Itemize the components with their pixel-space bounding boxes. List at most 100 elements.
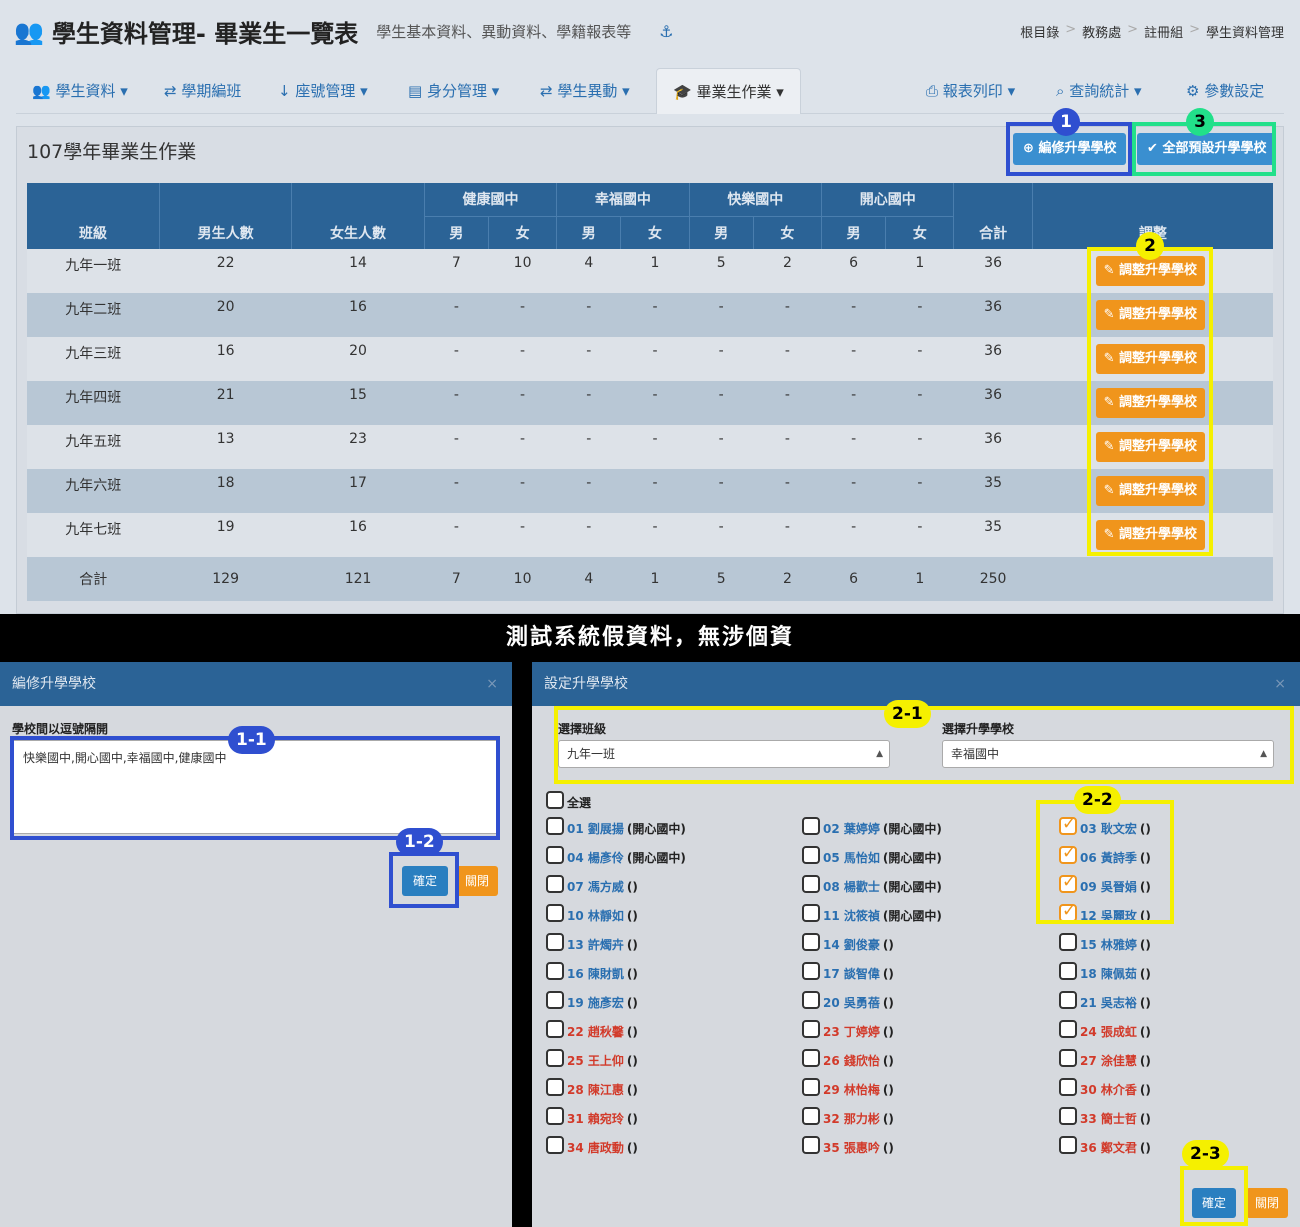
student-checkbox[interactable]: 01 劉展揚 (開心國中) xyxy=(546,814,686,837)
student-checkbox[interactable]: 30 林介香 () xyxy=(1059,1075,1151,1098)
col-school-2: 幸福國中 xyxy=(556,183,690,217)
student-checkbox[interactable]: 12 吳麗玫 () xyxy=(1059,901,1151,924)
close-icon[interactable]: × xyxy=(1274,662,1286,706)
student-checkbox[interactable]: 28 陳江惠 () xyxy=(546,1075,638,1098)
table-cell: 18 xyxy=(159,469,292,513)
school-select[interactable]: 幸福國中 ▲ xyxy=(942,740,1274,768)
table-cell: 36 xyxy=(953,337,1033,381)
table-cell: 36 xyxy=(953,293,1033,337)
student-checkbox[interactable]: 09 吳晉娟 () xyxy=(1059,872,1151,895)
adjust-school-button[interactable]: ✎ 調整升學學校 xyxy=(1095,432,1205,462)
student-checkbox[interactable]: 02 葉婷婷 (開心國中) xyxy=(802,814,942,837)
adjust-school-button[interactable]: ✎ 調整升學學校 xyxy=(1095,344,1205,374)
edit-icon: ✎ xyxy=(1103,395,1119,410)
checkbox-icon xyxy=(546,990,564,1009)
table-cell: - xyxy=(689,293,754,337)
table-cell: - xyxy=(689,425,754,469)
close-icon[interactable]: × xyxy=(486,662,498,706)
nav-class-assign[interactable]: ⇄ 學期編班 xyxy=(164,68,241,114)
breadcrumb-item[interactable]: 學生資料管理 xyxy=(1206,22,1284,41)
student-checkbox[interactable]: 15 林雅婷 () xyxy=(1059,930,1151,953)
student-checkbox[interactable]: 29 林怡梅 () xyxy=(802,1075,894,1098)
student-school: () xyxy=(626,879,638,894)
breadcrumb-item[interactable]: 根目錄 xyxy=(1020,22,1059,41)
student-checkbox[interactable]: 26 錢欣怡 () xyxy=(802,1046,894,1069)
adjust-school-button[interactable]: ✎ 調整升學學校 xyxy=(1095,520,1205,550)
student-checkbox[interactable]: 10 林靜如 () xyxy=(546,901,638,924)
adjust-school-button[interactable]: ✎ 調整升學學校 xyxy=(1095,476,1205,506)
student-checkbox[interactable]: 36 鄭文君 () xyxy=(1059,1133,1151,1156)
student-checkbox[interactable]: 31 賴宛玲 () xyxy=(546,1104,638,1127)
student-checkbox[interactable]: 32 那力彬 () xyxy=(802,1104,894,1127)
schools-textarea[interactable]: 快樂國中,開心國中,幸福國中,健康國中 xyxy=(12,740,498,834)
adjust-school-button[interactable]: ✎ 調整升學學校 xyxy=(1095,388,1205,418)
table-cell: - xyxy=(488,469,557,513)
fake-data-banner: 測試系統假資料，無涉個資 xyxy=(0,614,1300,662)
nav-query[interactable]: ⌕ 查詢統計 ▾ xyxy=(1056,68,1142,114)
nav-transfer[interactable]: ⇄ 學生異動 ▾ xyxy=(540,68,630,114)
student-school: (開心國中) xyxy=(882,909,942,923)
adjust-school-button[interactable]: ✎ 調整升學學校 xyxy=(1095,256,1205,286)
student-school: () xyxy=(626,1111,638,1126)
col-male: 男 xyxy=(424,216,489,249)
student-checkbox[interactable]: 17 談智偉 () xyxy=(802,959,894,982)
student-checkbox[interactable]: 18 陳佩茹 () xyxy=(1059,959,1151,982)
student-school: () xyxy=(1139,821,1151,836)
checkbox-icon xyxy=(1059,1106,1077,1125)
confirm-button[interactable]: 確定 xyxy=(1192,1188,1236,1218)
student-checkbox[interactable]: 16 陳財凱 () xyxy=(546,959,638,982)
student-name: 33 簡士哲 xyxy=(1080,1112,1137,1126)
confirm-button[interactable]: 確定 xyxy=(402,866,448,896)
nav-print[interactable]: ⎙ 報表列印 ▾ xyxy=(926,68,1015,114)
student-checkbox[interactable]: 27 涂佳慧 () xyxy=(1059,1046,1151,1069)
nav-graduates[interactable]: 🎓 畢業生作業 ▾ xyxy=(656,68,801,114)
student-checkbox[interactable]: 04 楊彥伶 (開心國中) xyxy=(546,843,686,866)
student-checkbox[interactable]: 23 丁婷婷 () xyxy=(802,1017,894,1040)
student-checkbox[interactable]: 19 施彥宏 () xyxy=(546,988,638,1011)
select-all-checkbox[interactable]: 全選 xyxy=(546,788,591,811)
nav-student-data[interactable]: 👥 學生資料 ▾ xyxy=(32,68,128,114)
close-button[interactable]: 關閉 xyxy=(1246,1188,1288,1218)
nav-identity[interactable]: ▤ 身分管理 ▾ xyxy=(408,68,499,114)
callout-2-1: 2-1 xyxy=(884,700,931,728)
table-cell: - xyxy=(424,337,489,381)
table-cell: - xyxy=(488,381,557,425)
panel-title: 107學年畢業生作業 xyxy=(27,141,197,163)
breadcrumb-item[interactable]: 註冊組 xyxy=(1144,22,1183,41)
student-checkbox[interactable]: 07 馮方威 () xyxy=(546,872,638,895)
search-icon: ⌕ xyxy=(1056,82,1065,100)
student-checkbox[interactable]: 06 黃詩季 () xyxy=(1059,843,1151,866)
student-checkbox[interactable]: 21 吳志裕 () xyxy=(1059,988,1151,1011)
exchange-icon: ⇄ xyxy=(540,82,553,100)
student-name: 31 賴宛玲 xyxy=(567,1112,624,1126)
student-checkbox[interactable]: 08 楊歡士 (開心國中) xyxy=(802,872,942,895)
anchor-icon[interactable]: ⚓ xyxy=(659,22,673,41)
preset-all-schools-button[interactable]: ✔ 全部預設升學學校 xyxy=(1137,133,1277,165)
table-cell: - xyxy=(753,469,822,513)
student-checkbox[interactable]: 33 簡士哲 () xyxy=(1059,1104,1151,1127)
nav-seat[interactable]: ↓ 座號管理 ▾ xyxy=(278,68,368,114)
class-select[interactable]: 九年一班 ▲ xyxy=(558,740,890,768)
student-name: 06 黃詩季 xyxy=(1080,851,1137,865)
close-button[interactable]: 關閉 xyxy=(456,866,498,896)
edit-schools-button[interactable]: ⊕ 編修升學學校 xyxy=(1013,133,1127,165)
student-name: 12 吳麗玫 xyxy=(1080,909,1137,923)
student-checkbox[interactable]: 25 王上仰 () xyxy=(546,1046,638,1069)
student-checkbox[interactable]: 13 許燭卉 () xyxy=(546,930,638,953)
student-checkbox[interactable]: 14 劉俊豪 () xyxy=(802,930,894,953)
student-checkbox[interactable]: 11 沈筱禎 (開心國中) xyxy=(802,901,942,924)
breadcrumb-item[interactable]: 教務處 xyxy=(1082,22,1121,41)
main-page: 👥 學生資料管理- 畢業生一覽表 學生基本資料、異動資料、學籍報表等 ⚓ 根目錄… xyxy=(0,0,1300,614)
student-checkbox[interactable]: 20 吳勇蓓 () xyxy=(802,988,894,1011)
student-checkbox[interactable]: 03 耿文宏 () xyxy=(1059,814,1151,837)
updown-arrow-icon: ▲ xyxy=(876,749,883,759)
adjust-school-button[interactable]: ✎ 調整升學學校 xyxy=(1095,300,1205,330)
student-checkbox[interactable]: 34 唐政動 () xyxy=(546,1133,638,1156)
table-cell: 17 xyxy=(291,469,425,513)
student-checkbox[interactable]: 24 張成虹 () xyxy=(1059,1017,1151,1040)
student-checkbox[interactable]: 05 馬怡如 (開心國中) xyxy=(802,843,942,866)
student-checkbox[interactable]: 22 趙秋馨 () xyxy=(546,1017,638,1040)
table-cell: 36 xyxy=(953,425,1033,469)
student-checkbox[interactable]: 35 張惠吟 () xyxy=(802,1133,894,1156)
print-icon: ⎙ xyxy=(926,82,939,100)
